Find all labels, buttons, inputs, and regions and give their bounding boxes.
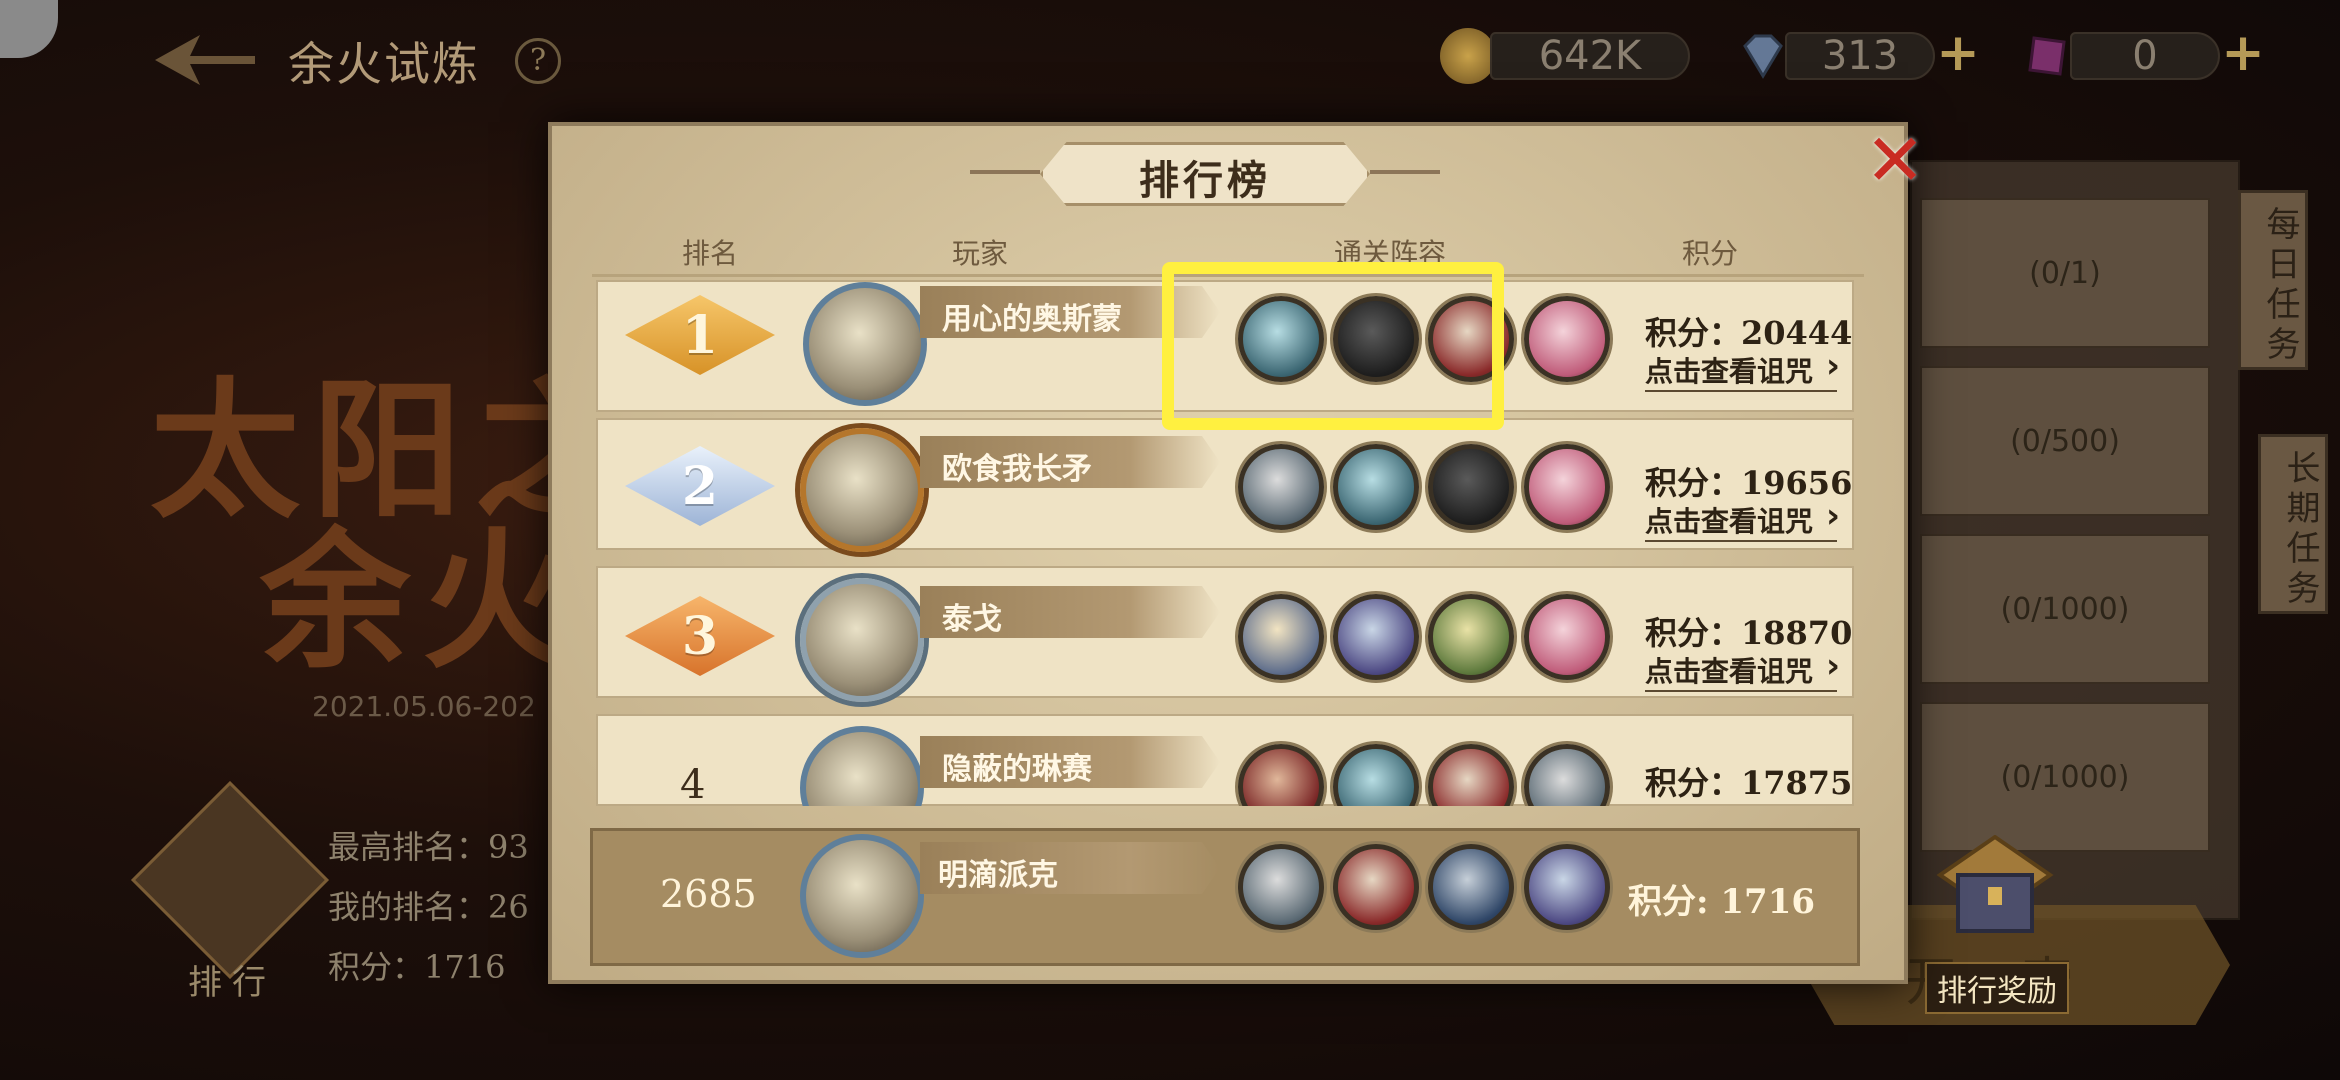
hero-portrait-icon[interactable] xyxy=(1428,594,1514,680)
hero-portrait-icon[interactable] xyxy=(1524,844,1610,930)
modal-title: 排行榜 xyxy=(1139,157,1271,204)
gold-amount: 642K xyxy=(1490,32,1690,80)
close-icon[interactable]: ✕ xyxy=(1862,124,1928,196)
help-icon[interactable]: ? xyxy=(515,38,561,84)
rank-number: 3 xyxy=(681,605,719,667)
avatar-clip xyxy=(800,726,930,806)
task-row[interactable]: (0/1000) xyxy=(1920,702,2210,852)
best-rank-stat: 最高排名：93 xyxy=(328,828,529,866)
row-score: 积分：19656 xyxy=(1645,464,1853,502)
my-rank-number: 2685 xyxy=(660,872,757,916)
ranking-reward-button[interactable]: 排行奖励 xyxy=(1925,962,2069,1014)
diamond-icon xyxy=(1743,34,1783,79)
player-name[interactable]: 隐蔽的琳赛 xyxy=(942,744,1092,788)
tab-daily-tasks[interactable]: 每日任务 xyxy=(2238,190,2308,370)
chevron-right-icon[interactable]: › xyxy=(1826,346,1840,386)
player-name[interactable]: 欧食我长矛 xyxy=(942,444,1092,488)
add-token-button[interactable]: + xyxy=(2220,27,2266,79)
avatar[interactable] xyxy=(803,282,927,406)
rank-number: 2 xyxy=(681,455,719,517)
my-player-name: 明滴派克 xyxy=(938,858,1058,893)
token-amount: 0 xyxy=(2070,32,2220,80)
hero-lineup-clip xyxy=(1232,740,1632,806)
menu-corner-button[interactable] xyxy=(0,0,58,58)
my-score: 积分: 1716 xyxy=(1628,882,1816,922)
tab-long-tasks[interactable]: 长期任务 xyxy=(2258,434,2328,614)
chevron-right-icon[interactable]: › xyxy=(1826,496,1840,536)
column-header-player: 玩家 xyxy=(951,237,1008,270)
add-diamond-button[interactable]: + xyxy=(1935,27,1981,79)
hero-portrait-icon[interactable] xyxy=(1524,744,1610,806)
view-curse-link[interactable]: 点击查看诅咒 xyxy=(1645,650,1838,692)
hero-portrait-icon[interactable] xyxy=(1238,594,1324,680)
page-title: 余火试炼 xyxy=(288,37,480,91)
treasure-chest-icon[interactable] xyxy=(1930,835,2060,945)
rank-number: 1 xyxy=(681,304,719,366)
hero-portrait-icon[interactable] xyxy=(1333,744,1419,806)
avatar[interactable] xyxy=(800,428,924,552)
rank-number: 4 xyxy=(680,762,706,808)
hero-portrait-icon[interactable] xyxy=(1428,844,1514,930)
event-date: 2021.05.06-202 xyxy=(312,690,536,723)
hero-portrait-icon[interactable] xyxy=(1524,594,1610,680)
hero-portrait-icon[interactable] xyxy=(1524,444,1610,530)
avatar[interactable] xyxy=(800,726,924,806)
hero-portrait-icon[interactable] xyxy=(1238,444,1324,530)
hero-portrait-icon[interactable] xyxy=(1333,844,1419,930)
chevron-right-icon[interactable]: › xyxy=(1826,646,1840,686)
task-row[interactable]: (0/1) xyxy=(1920,198,2210,348)
my-avatar[interactable] xyxy=(800,834,924,958)
row-score: 积分：20444 xyxy=(1645,314,1853,352)
row-score: 积分：17875 xyxy=(1645,764,1853,802)
event-title-line2: 余火 xyxy=(260,513,585,689)
title-flourish-right xyxy=(1370,170,1440,174)
highlight-box xyxy=(1162,262,1504,430)
player-name[interactable]: 泰戈 xyxy=(942,594,1002,638)
back-arrow-icon[interactable] xyxy=(150,30,260,90)
hero-portrait-icon[interactable] xyxy=(1428,744,1514,806)
column-header-score: 积分 xyxy=(1681,237,1738,270)
title-flourish-left xyxy=(970,170,1040,174)
hero-portrait-icon[interactable] xyxy=(1238,744,1324,806)
player-name[interactable]: 用心的奥斯蒙 xyxy=(942,294,1122,338)
hero-portrait-icon[interactable] xyxy=(1428,444,1514,530)
diamond-amount: 313 xyxy=(1785,32,1935,80)
token-resource: 0 + xyxy=(2020,27,2290,84)
gold-resource: 642K xyxy=(1440,28,1710,84)
task-row[interactable]: (0/1000) xyxy=(1920,534,2210,684)
column-header-rank: 排名 xyxy=(681,237,738,270)
task-row[interactable]: (0/500) xyxy=(1920,366,2210,516)
view-curse-link[interactable]: 点击查看诅咒 xyxy=(1645,500,1838,542)
hero-portrait-icon[interactable] xyxy=(1524,296,1610,382)
my-rank-stat: 我的排名：26 xyxy=(328,888,529,926)
view-curse-link[interactable]: 点击查看诅咒 xyxy=(1645,350,1838,392)
hero-portrait-icon[interactable] xyxy=(1238,844,1324,930)
hero-portrait-icon[interactable] xyxy=(1333,444,1419,530)
score-stat: 积分：1716 xyxy=(328,948,506,986)
coin-icon xyxy=(1440,28,1496,84)
crystal-icon xyxy=(2028,36,2066,76)
diamond-resource: 313 + xyxy=(1735,27,1995,84)
row-score: 积分：18870 xyxy=(1645,614,1853,652)
avatar[interactable] xyxy=(800,578,924,702)
rank-button-label[interactable]: 排行 xyxy=(188,955,276,1004)
rank-emblem-icon[interactable] xyxy=(131,781,329,979)
hero-portrait-icon[interactable] xyxy=(1333,594,1419,680)
